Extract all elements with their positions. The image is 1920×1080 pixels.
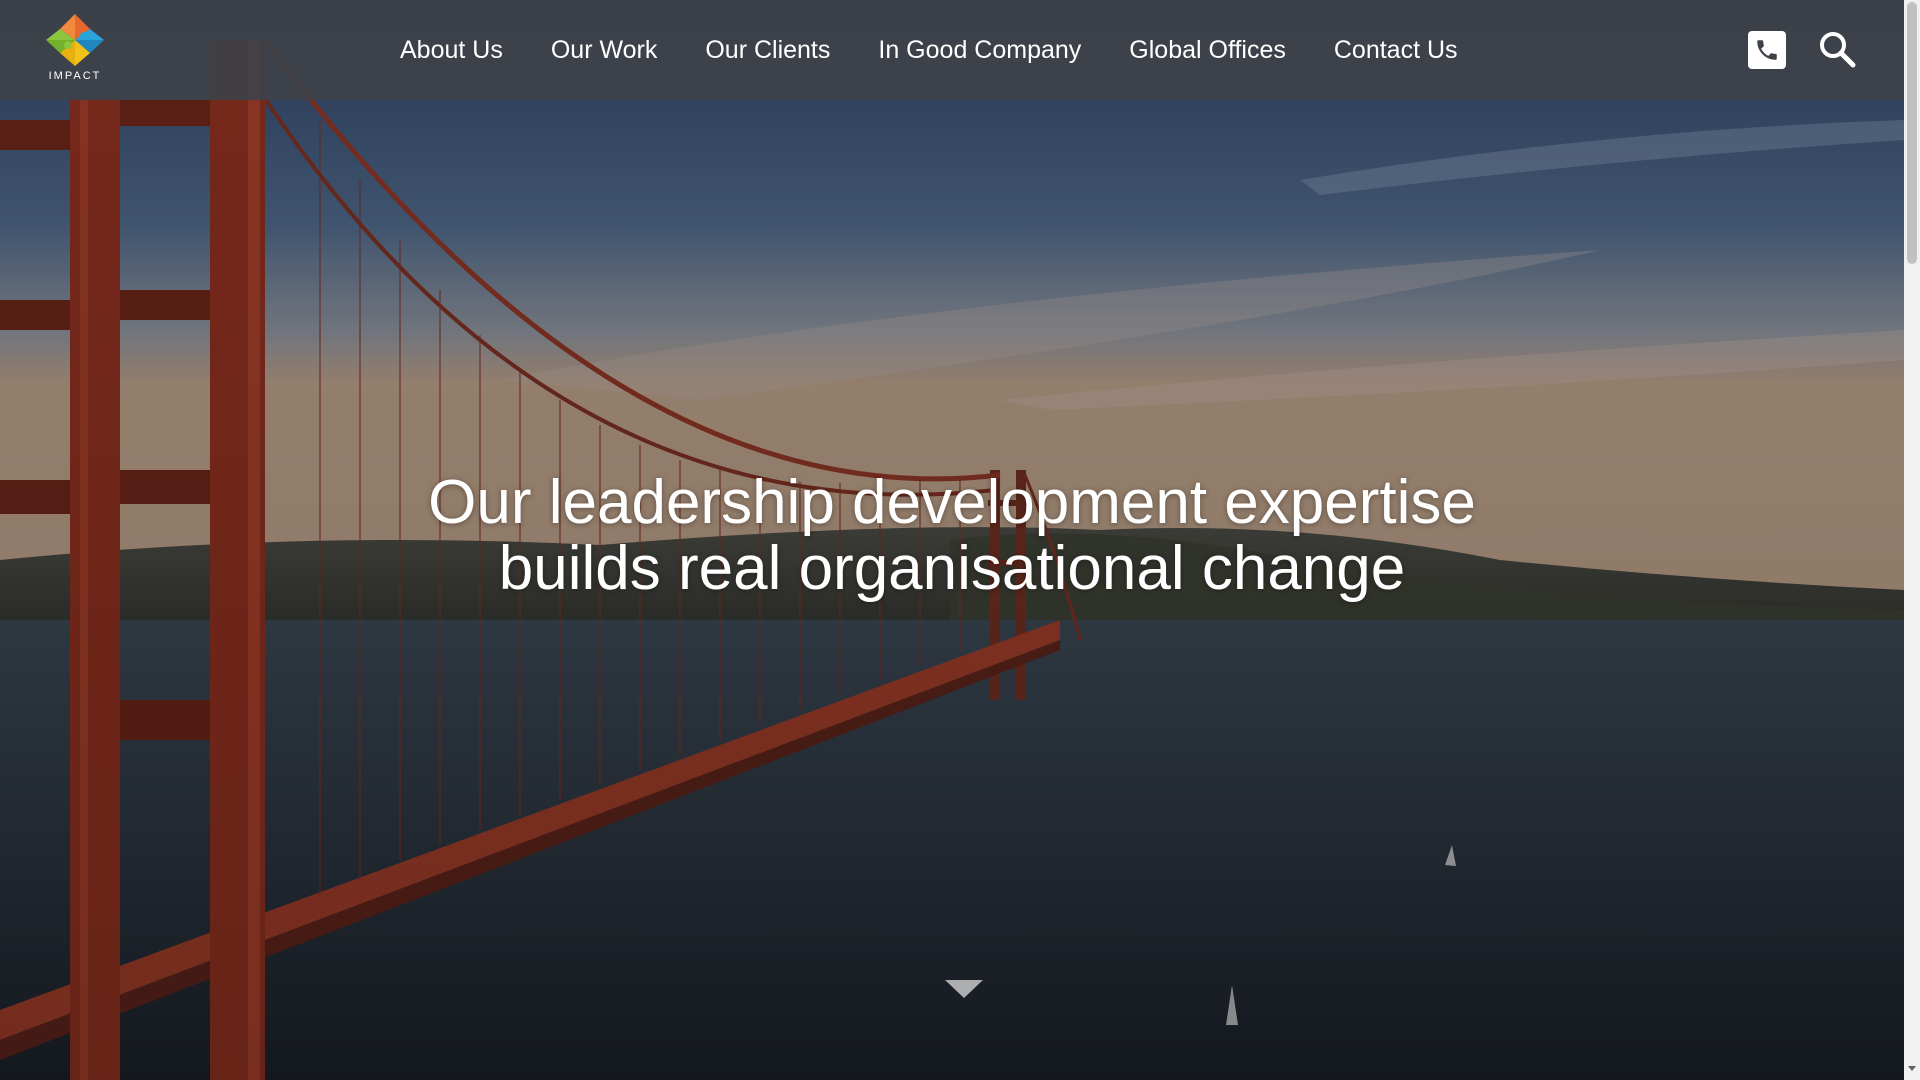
puzzle-diamond-logo-icon [46,14,104,66]
nav-item-about-us[interactable]: About Us [400,36,503,65]
nav-item-contact-us[interactable]: Contact Us [1334,36,1458,65]
nav-item-our-clients[interactable]: Our Clients [705,36,830,65]
phone-icon [1757,40,1777,60]
main-navigation: About Us Our Work Our Clients In Good Co… [400,0,1458,100]
phone-button[interactable] [1748,31,1786,69]
hero-headline-line-1: Our leadership development expertise [428,468,1476,537]
logo-text: IMPACT [48,70,102,82]
scrollbar-down-arrow[interactable] [1908,1066,1916,1071]
scroll-down-button[interactable] [945,980,983,1000]
site-logo[interactable]: IMPACT [44,12,106,88]
nav-item-our-work[interactable]: Our Work [551,36,658,65]
scrollbar-thumb[interactable] [1907,2,1917,264]
page-scrollbar[interactable] [1904,0,1920,1080]
site-header: IMPACT About Us Our Work Our Clients In … [0,0,1904,100]
hero-headline-line-2: builds real organisational change [498,534,1406,603]
search-button[interactable] [1816,28,1858,70]
nav-item-global-offices[interactable]: Global Offices [1129,36,1286,65]
hero-headline: Our leadership development expertise bui… [0,470,1904,602]
nav-item-in-good-company[interactable]: In Good Company [878,36,1081,65]
page-viewport: IMPACT About Us Our Work Our Clients In … [0,0,1904,1080]
chevron-down-icon [945,980,983,998]
search-icon [1820,32,1856,68]
